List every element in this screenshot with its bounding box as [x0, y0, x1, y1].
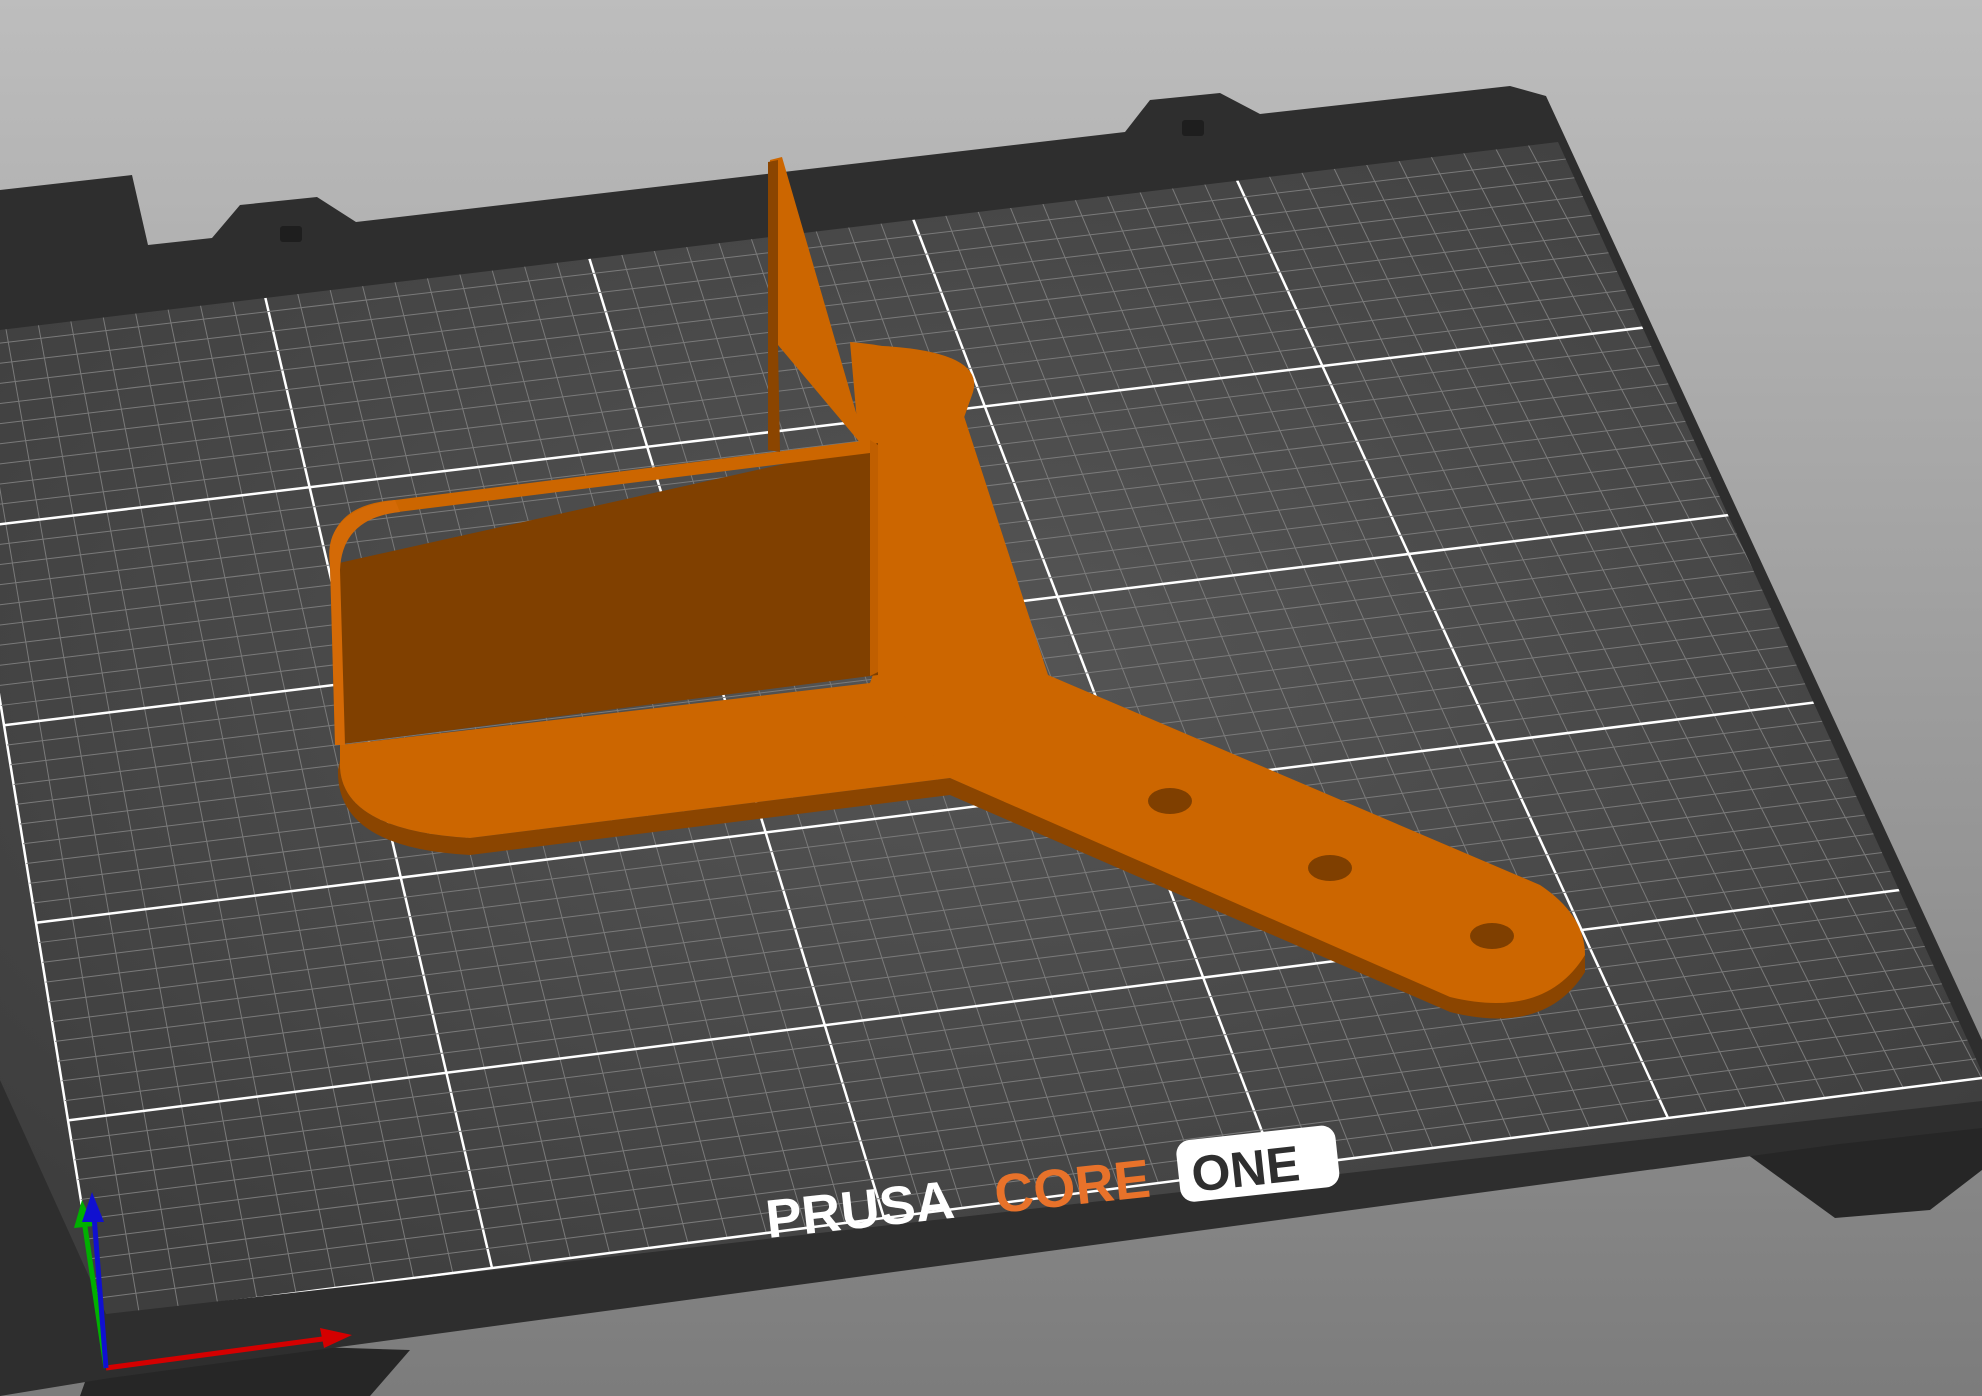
- mounting-hole-2[interactable]: [1308, 855, 1352, 881]
- 3d-viewport[interactable]: PRUSA CORE ONE: [0, 0, 1982, 1396]
- bed-pin-right: [1182, 120, 1204, 136]
- mounting-hole-3[interactable]: [1470, 923, 1514, 949]
- model-wall-edge: [870, 440, 878, 676]
- logo-badge-text: ONE: [1189, 1135, 1303, 1202]
- bed-pin-left: [280, 226, 302, 242]
- scene-canvas[interactable]: PRUSA CORE ONE: [0, 0, 1982, 1396]
- mounting-hole-1[interactable]: [1148, 788, 1192, 814]
